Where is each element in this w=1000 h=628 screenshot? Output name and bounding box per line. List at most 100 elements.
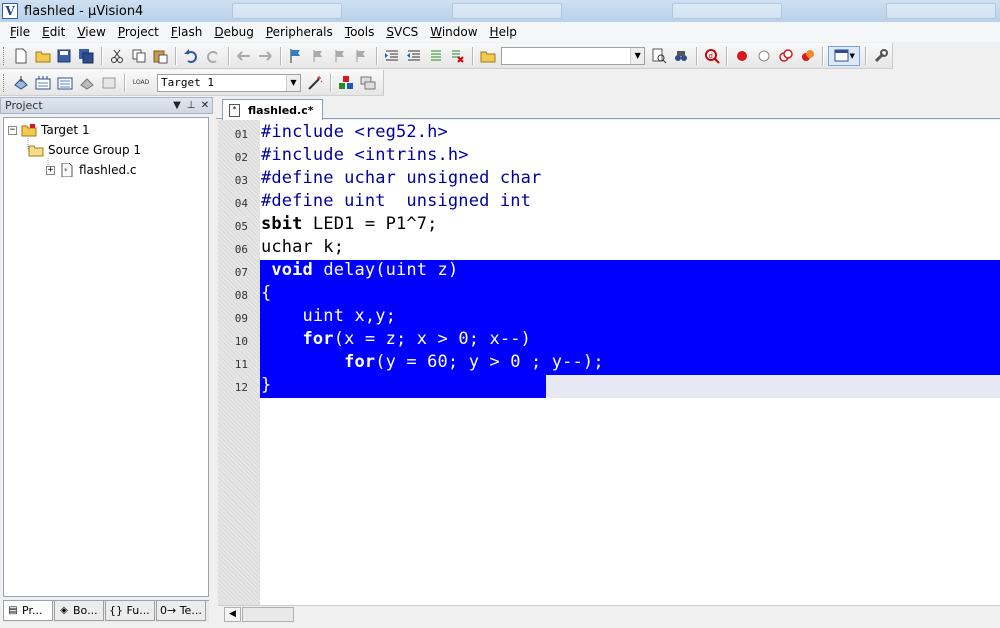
save-button[interactable] [54,46,74,66]
uvision-app-icon[interactable]: V [2,3,18,19]
uncomment-button[interactable] [447,46,467,66]
manage-components-button[interactable] [336,73,356,93]
toolbar-grip[interactable] [3,73,6,92]
breakpoints-kill-icon [801,49,814,61]
code-line-08: { [261,283,272,303]
start-debug-button[interactable]: d [702,46,722,66]
target-options-button[interactable] [305,73,325,93]
cut-button[interactable] [107,46,127,66]
code-editor[interactable]: #include <reg52.h> #include <intrins.h> … [260,120,1000,605]
save-all-button[interactable] [76,46,96,66]
new-file-button[interactable] [11,46,31,66]
code-line-01: #include <reg52.h> [261,122,448,142]
unindent-button[interactable] [404,46,424,66]
line-number: 09 [234,312,248,325]
indent-button[interactable] [382,46,402,66]
menu-edit[interactable]: Edit [36,22,71,42]
configure-button[interactable] [871,46,891,66]
line-number-gutter[interactable]: 01 02 03 04 05 06 07 08 09 10 11 12 [218,120,260,605]
scissors-icon [110,49,123,63]
toolbar-grip[interactable] [3,46,6,65]
target-select[interactable]: Target 1 ▼ [157,73,301,92]
tree-item-file[interactable]: + * flashled.c [46,161,137,179]
horizontal-scrollbar[interactable]: ◀ [218,605,1000,622]
background-window-tab [886,3,996,19]
tab-flashled-c[interactable]: * flashled.c* [222,99,323,120]
tree-item-source-group[interactable]: Source Group 1 [28,141,141,159]
select-packs-button[interactable] [358,73,378,93]
background-window-tab [232,3,342,19]
rebuild-button[interactable] [55,73,75,93]
new-file-icon [15,48,27,63]
batch-build-button[interactable] [77,73,97,93]
tab-project[interactable]: ▤ Pr... [3,601,53,621]
toolbar-separator [100,46,102,65]
copy-button[interactable] [129,46,149,66]
flag-next-icon [335,49,344,62]
stop-build-button[interactable] [99,73,119,93]
background-window-tab [672,3,782,19]
menu-peripherals[interactable]: Peripherals [260,22,339,42]
scrollbar-thumb[interactable] [242,607,294,622]
current-line-highlight [546,375,1000,398]
line-number: 03 [234,174,248,187]
bookmark-clear-button[interactable] [351,46,371,66]
incremental-find-button[interactable] [671,46,691,66]
chevron-down-icon[interactable]: ▼ [630,47,645,64]
tab-templates[interactable]: 0→ Te... [156,601,206,621]
menu-svcs[interactable]: SVCS [380,22,424,42]
menu-project[interactable]: Project [112,22,165,42]
paste-button[interactable] [150,46,170,66]
stop-build-icon [102,77,116,88]
nav-back-button[interactable] [234,46,254,66]
comment-icon [430,50,441,60]
chevron-down-icon[interactable]: ▼ [286,74,300,91]
c-file-icon: * [229,103,240,117]
menu-tools[interactable]: Tools [339,22,381,42]
kill-breakpoints-button[interactable] [798,46,818,66]
menu-help[interactable]: Help [484,22,523,42]
bookmark-prev-button[interactable] [308,46,328,66]
panel-dropdown-icon[interactable]: ▼ [170,100,184,111]
disable-breakpoints-button[interactable] [776,46,796,66]
menu-debug[interactable]: Debug [208,22,259,42]
nav-forward-button[interactable] [255,46,275,66]
find-combo[interactable]: ▼ [500,46,646,65]
window-title: flashled - µVision4 [24,3,144,19]
download-button[interactable]: LOAD [130,73,152,93]
bookmark-next-button[interactable] [330,46,350,66]
window-layout-button[interactable]: ▼ [828,45,861,66]
insert-breakpoint-button[interactable] [732,46,752,66]
menu-file[interactable]: File [4,22,36,42]
build-button[interactable] [33,73,53,93]
save-all-icon [79,48,94,63]
open-file-button[interactable] [33,46,53,66]
tab-books[interactable]: ◈ Bo... [54,601,104,621]
expand-icon[interactable]: + [46,165,55,175]
translate-button[interactable] [11,73,31,93]
redo-button[interactable] [203,46,223,66]
window-layout-icon [834,49,848,61]
tab-functions[interactable]: {} Fu... [105,601,155,621]
enable-breakpoint-button[interactable] [754,46,774,66]
toolbar-separator [472,46,474,65]
menu-flash[interactable]: Flash [165,22,208,42]
pin-icon[interactable]: ⊥ [184,100,198,111]
undo-button[interactable] [181,46,201,66]
find-in-files-button[interactable] [478,46,498,66]
menu-window[interactable]: Window [424,22,483,42]
comment-button[interactable] [426,46,446,66]
magic-wand-icon [308,75,323,90]
find-button[interactable] [649,46,669,66]
menu-view[interactable]: View [71,22,111,42]
components-icon [339,75,353,89]
line-number: 02 [234,151,248,164]
target-folder-icon [21,124,37,137]
scroll-left-icon[interactable]: ◀ [224,607,241,622]
uncomment-icon [452,50,464,63]
collapse-icon[interactable]: − [8,125,17,135]
bookmark-toggle-button[interactable] [286,46,306,66]
tree-item-target[interactable]: − Target 1 [8,121,90,139]
code-line-05: sbit LED1 = P1^7; [261,214,438,234]
close-icon[interactable]: ✕ [198,100,212,111]
